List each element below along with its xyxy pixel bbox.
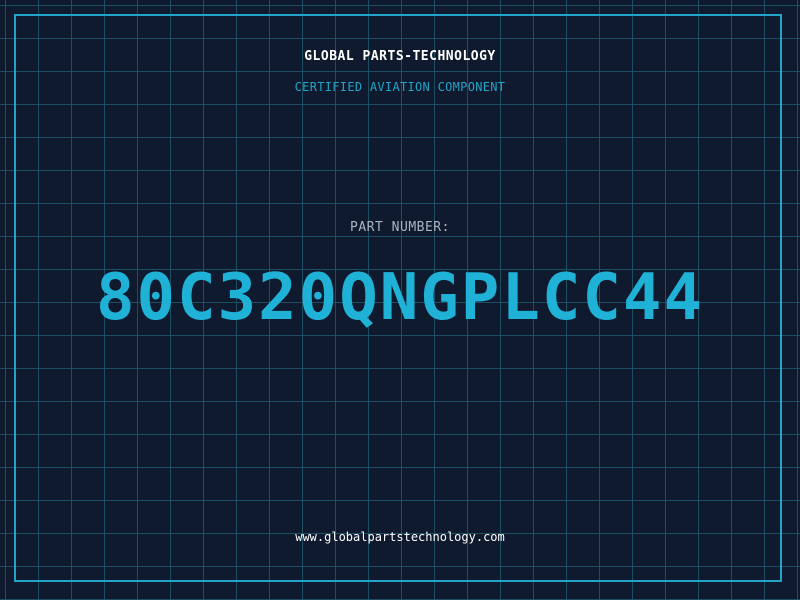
company-name: GLOBAL PARTS-TECHNOLOGY: [304, 49, 496, 64]
part-number-label: PART NUMBER:: [350, 220, 450, 235]
website-link[interactable]: www.globalpartstechnology.com: [0, 530, 800, 544]
tagline: CERTIFIED AVIATION COMPONENT: [294, 80, 506, 94]
part-number-value: 80C320QNGPLCC44: [96, 261, 704, 335]
